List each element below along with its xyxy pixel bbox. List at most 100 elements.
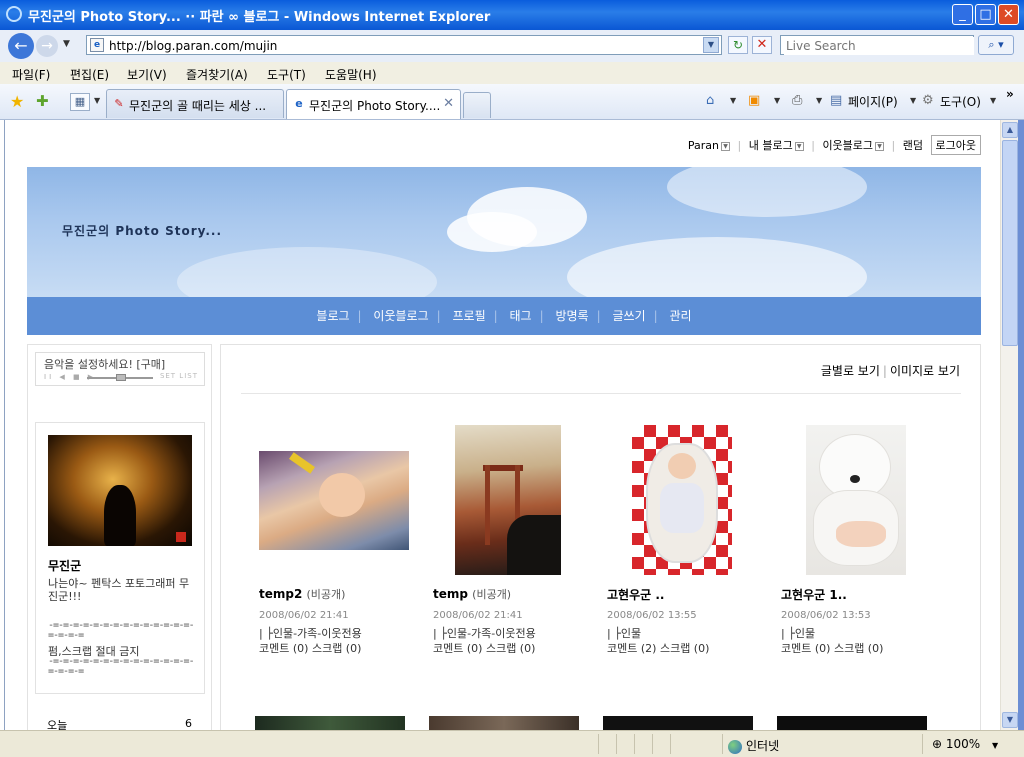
- maximize-button[interactable]: □: [975, 4, 996, 25]
- stop-icon: ✕: [756, 37, 768, 52]
- post-thumbnail[interactable]: [806, 425, 906, 575]
- favorites-center-icon[interactable]: ★: [10, 92, 24, 111]
- tools-menu[interactable]: 도구(O): [940, 93, 981, 110]
- search-box[interactable]: [780, 35, 974, 55]
- post-category[interactable]: | ├인물-가족-이웃전용: [259, 625, 362, 641]
- nav-admin[interactable]: 관리: [669, 309, 691, 323]
- post-title[interactable]: 고현우군 ..: [607, 586, 664, 603]
- music-volume-knob[interactable]: [116, 374, 126, 381]
- menu-help[interactable]: 도움말(H): [325, 66, 377, 83]
- music-setup-link[interactable]: 음악을 설정하세요! [구매]: [44, 356, 165, 372]
- menu-tools[interactable]: 도구(T): [267, 66, 306, 83]
- profile-photo[interactable]: [48, 435, 192, 546]
- scroll-thumb[interactable]: [1002, 140, 1018, 346]
- nav-blog[interactable]: 블로그: [316, 309, 349, 323]
- post-title[interactable]: 고현우군 1..: [781, 586, 847, 603]
- page-menu[interactable]: 페이지(P): [848, 93, 898, 110]
- url-text[interactable]: http://blog.paran.com/mujin: [109, 39, 277, 53]
- tab-inactive[interactable]: ✎ 무진군의 골 때리는 세상 ...: [106, 89, 284, 118]
- post-title[interactable]: temp2 (비공개): [259, 586, 345, 602]
- blog-title[interactable]: 무진군의 Photo Story...: [62, 222, 222, 239]
- nav-neighbor-blog[interactable]: 이웃블로그: [373, 309, 428, 323]
- tools-dropdown[interactable]: ▼: [990, 96, 996, 105]
- neighbor-blog-link[interactable]: 이웃블로그: [822, 139, 873, 152]
- feeds-dropdown[interactable]: ▼: [774, 96, 780, 105]
- print-dropdown[interactable]: ▼: [816, 96, 822, 105]
- divider: [241, 393, 961, 394]
- post-thumbnail-partial[interactable]: [777, 716, 927, 730]
- minimize-button[interactable]: _: [952, 4, 973, 25]
- post-category[interactable]: | ├인물: [781, 625, 815, 641]
- menu-favorites[interactable]: 즐겨찾기(A): [186, 66, 248, 83]
- security-zone[interactable]: 인터넷: [728, 737, 779, 754]
- menu-edit[interactable]: 편집(E): [70, 66, 109, 83]
- neighbor-blog-dropdown-icon[interactable]: ▼: [875, 141, 885, 151]
- logout-button[interactable]: 로그아웃: [930, 135, 981, 155]
- tab-list-dropdown[interactable]: ▼: [94, 96, 100, 105]
- back-button[interactable]: ←: [8, 33, 34, 59]
- view-by-post-link[interactable]: 글별로 보기: [821, 364, 880, 378]
- scroll-down-arrow-icon[interactable]: ▼: [1002, 712, 1018, 728]
- stop-button[interactable]: ✕: [752, 36, 772, 54]
- post-scraps[interactable]: 스크랩 (0): [486, 642, 535, 655]
- close-button[interactable]: ✕: [998, 4, 1019, 25]
- feeds-icon[interactable]: ▣: [748, 93, 760, 108]
- page-dropdown[interactable]: ▼: [910, 96, 916, 105]
- paran-link[interactable]: Paran: [688, 139, 719, 152]
- post-comments[interactable]: 코멘트 (2): [607, 642, 656, 655]
- post-scraps[interactable]: 스크랩 (0): [834, 642, 883, 655]
- tab-bar: ★ ✚ ▦ ▼ ✎ 무진군의 골 때리는 세상 ... e 무진군의 Photo…: [0, 84, 1024, 120]
- post-category[interactable]: | ├인물: [607, 625, 641, 641]
- post-thumbnail[interactable]: [455, 425, 561, 575]
- post-title[interactable]: temp (비공개): [433, 586, 511, 602]
- post-scraps[interactable]: 스크랩 (0): [660, 642, 709, 655]
- tab-close-icon[interactable]: ✕: [443, 96, 454, 111]
- recent-pages-dropdown[interactable]: ▼: [63, 39, 70, 49]
- my-blog-link[interactable]: 내 블로그: [749, 139, 793, 152]
- home-dropdown[interactable]: ▼: [730, 96, 736, 105]
- post-thumbnail-partial[interactable]: [603, 716, 753, 730]
- post-thumbnail[interactable]: [259, 450, 409, 550]
- music-setlist[interactable]: SET LIST: [160, 372, 198, 380]
- post-comments[interactable]: 코멘트 (0): [259, 642, 308, 655]
- search-input[interactable]: [784, 37, 974, 55]
- post-scraps[interactable]: 스크랩 (0): [312, 642, 361, 655]
- post-date: 2008/06/02 13:53: [781, 610, 871, 621]
- post-thumbnail-partial[interactable]: [429, 716, 579, 730]
- add-favorites-icon[interactable]: ✚: [36, 92, 49, 110]
- address-dropdown-button[interactable]: ▼: [703, 37, 719, 53]
- quick-tabs-button[interactable]: ▦: [70, 93, 90, 111]
- print-icon[interactable]: ⎙: [792, 93, 802, 108]
- refresh-button[interactable]: ↻: [728, 36, 748, 54]
- my-blog-dropdown-icon[interactable]: ▼: [794, 141, 804, 151]
- random-link[interactable]: 랜덤: [903, 139, 923, 152]
- menu-file[interactable]: 파일(F): [12, 66, 50, 83]
- menu-view[interactable]: 보기(V): [127, 66, 167, 83]
- search-button[interactable]: ⌕ ▾: [978, 35, 1014, 55]
- zoom-control[interactable]: ⊕ 100% ▼: [932, 737, 998, 751]
- new-tab-button[interactable]: [463, 92, 491, 118]
- post-visibility: (비공개): [306, 588, 346, 601]
- nav-write[interactable]: 글쓰기: [612, 309, 645, 323]
- view-by-image-link[interactable]: 이미지로 보기: [890, 364, 960, 378]
- paran-dropdown-icon[interactable]: ▼: [721, 141, 731, 151]
- nav-guestbook[interactable]: 방명록: [555, 309, 588, 323]
- window-title: 무진군의 Photo Story... ·· 파란 ∞ 블로그 - Window…: [28, 10, 491, 25]
- vertical-scrollbar[interactable]: ▲ ▼: [1000, 120, 1019, 730]
- address-bar[interactable]: e http://blog.paran.com/mujin ▼: [86, 35, 722, 55]
- more-commands-chevron[interactable]: »: [1006, 87, 1014, 101]
- profile-name: 무진군: [48, 559, 82, 573]
- post-comments[interactable]: 코멘트 (0): [433, 642, 482, 655]
- post-category[interactable]: | ├인물-가족-이웃전용: [433, 625, 536, 641]
- zoom-dropdown-icon[interactable]: ▼: [992, 741, 998, 750]
- nav-profile[interactable]: 프로필: [453, 309, 486, 323]
- post-comments[interactable]: 코멘트 (0): [781, 642, 830, 655]
- zoom-level: 100%: [945, 737, 981, 751]
- forward-button[interactable]: →: [36, 35, 58, 57]
- scroll-up-arrow-icon[interactable]: ▲: [1002, 122, 1018, 138]
- tab-active[interactable]: e 무진군의 Photo Story.... ✕: [286, 89, 461, 119]
- home-icon[interactable]: ⌂: [706, 93, 714, 108]
- post-thumbnail-partial[interactable]: [255, 716, 405, 730]
- post-thumbnail[interactable]: [632, 425, 732, 575]
- nav-tags[interactable]: 태그: [510, 309, 532, 323]
